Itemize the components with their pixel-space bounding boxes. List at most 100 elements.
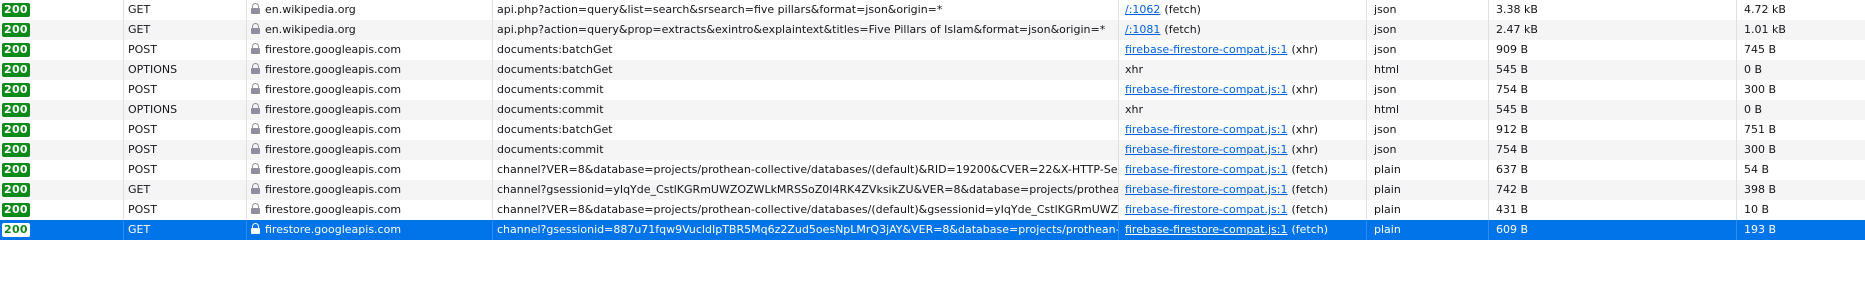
status-cell: 200 (0, 80, 123, 100)
lock-icon (251, 143, 260, 154)
status-badge: 200 (2, 183, 30, 197)
domain-cell: firestore.googleapis.com (246, 40, 492, 60)
initiator-cause: (fetch) (1291, 203, 1329, 216)
status-cell: 200 (0, 160, 123, 180)
status-badge: 200 (2, 123, 30, 137)
lock-icon (251, 203, 260, 214)
transferred-cell: 637 B (1488, 160, 1736, 180)
status-badge: 200 (2, 103, 30, 117)
initiator-cause: (fetch) (1291, 163, 1329, 176)
transferred-cell: 742 B (1488, 180, 1736, 200)
file-cell: documents:batchGet (492, 120, 1118, 140)
status-badge: 200 (2, 43, 30, 57)
file-cell: documents:batchGet (492, 40, 1118, 60)
status-cell: 200 (0, 0, 123, 20)
initiator-link[interactable]: firebase-firestore-compat.js:1 (1125, 183, 1287, 196)
size-cell: 10 B (1736, 200, 1865, 220)
type-cell: json (1366, 80, 1488, 100)
request-row[interactable]: 200 POST firestore.googleapis.com docume… (0, 80, 1865, 100)
initiator-link[interactable]: firebase-firestore-compat.js:1 (1125, 123, 1287, 136)
size-cell: 300 B (1736, 140, 1865, 160)
type-cell: plain (1366, 160, 1488, 180)
request-row[interactable]: 200 POST firestore.googleapis.com docume… (0, 40, 1865, 60)
initiator-cause: (fetch) (1164, 3, 1201, 16)
size-cell: 751 B (1736, 120, 1865, 140)
initiator-link[interactable]: /:1062 (1125, 3, 1160, 16)
initiator-cause: (fetch) (1291, 183, 1329, 196)
request-row[interactable]: 200 POST firestore.googleapis.com channe… (0, 160, 1865, 180)
request-row[interactable]: 200 OPTIONS firestore.googleapis.com doc… (0, 60, 1865, 80)
initiator-cell: firebase-firestore-compat.js:1 (xhr) (1118, 40, 1366, 60)
transferred-cell: 3.38 kB (1488, 0, 1736, 20)
initiator-link[interactable]: /:1081 (1125, 23, 1160, 36)
lock-icon (251, 103, 260, 114)
method-cell: OPTIONS (123, 60, 246, 80)
domain-cell: firestore.googleapis.com (246, 200, 492, 220)
initiator-link[interactable]: firebase-firestore-compat.js:1 (1125, 223, 1287, 236)
domain-text: firestore.googleapis.com (265, 83, 402, 96)
transferred-cell: 431 B (1488, 200, 1736, 220)
domain-cell: firestore.googleapis.com (246, 80, 492, 100)
domain-text: firestore.googleapis.com (265, 183, 402, 196)
file-cell: channel?VER=8&database=projects/prothean… (492, 160, 1118, 180)
domain-text: firestore.googleapis.com (265, 203, 402, 216)
transferred-cell: 754 B (1488, 140, 1736, 160)
request-row[interactable]: 200 OPTIONS firestore.googleapis.com doc… (0, 100, 1865, 120)
request-row[interactable]: 200 POST firestore.googleapis.com docume… (0, 140, 1865, 160)
file-cell: api.php?action=query&list=search&srsearc… (492, 0, 1118, 20)
initiator-cell: firebase-firestore-compat.js:1 (fetch) (1118, 160, 1366, 180)
status-badge: 200 (2, 163, 30, 177)
status-cell: 200 (0, 220, 123, 240)
request-row[interactable]: 200 GET firestore.googleapis.com channel… (0, 180, 1865, 200)
file-cell: documents:batchGet (492, 60, 1118, 80)
method-cell: POST (123, 160, 246, 180)
type-cell: html (1366, 100, 1488, 120)
file-cell: documents:commit (492, 100, 1118, 120)
status-badge: 200 (2, 203, 30, 217)
type-cell: plain (1366, 220, 1488, 240)
domain-text: firestore.googleapis.com (265, 103, 402, 116)
initiator-link[interactable]: firebase-firestore-compat.js:1 (1125, 143, 1287, 156)
status-cell: 200 (0, 180, 123, 200)
request-row[interactable]: 200 POST firestore.googleapis.com docume… (0, 120, 1865, 140)
file-cell: documents:commit (492, 140, 1118, 160)
domain-cell: firestore.googleapis.com (246, 100, 492, 120)
size-cell: 54 B (1736, 160, 1865, 180)
type-cell: plain (1366, 200, 1488, 220)
method-cell: GET (123, 20, 246, 40)
status-badge: 200 (2, 63, 30, 77)
method-cell: GET (123, 0, 246, 20)
initiator-link[interactable]: firebase-firestore-compat.js:1 (1125, 163, 1287, 176)
status-cell: 200 (0, 20, 123, 40)
size-cell: 193 B (1736, 220, 1865, 240)
initiator-cause: (xhr) (1291, 83, 1319, 96)
initiator-cause: (xhr) (1291, 143, 1319, 156)
lock-icon (251, 123, 260, 134)
initiator-cell: xhr (1118, 60, 1366, 80)
status-cell: 200 (0, 140, 123, 160)
lock-icon (251, 183, 260, 194)
request-row[interactable]: 200 GET en.wikipedia.org api.php?action=… (0, 20, 1865, 40)
initiator-link[interactable]: firebase-firestore-compat.js:1 (1125, 203, 1287, 216)
domain-text: firestore.googleapis.com (265, 163, 402, 176)
domain-text: firestore.googleapis.com (265, 143, 402, 156)
initiator-link[interactable]: firebase-firestore-compat.js:1 (1125, 43, 1287, 56)
domain-text: firestore.googleapis.com (265, 63, 402, 76)
request-row[interactable]: 200 POST firestore.googleapis.com channe… (0, 200, 1865, 220)
domain-cell: firestore.googleapis.com (246, 140, 492, 160)
method-cell: POST (123, 140, 246, 160)
initiator-link[interactable]: firebase-firestore-compat.js:1 (1125, 83, 1287, 96)
domain-text: firestore.googleapis.com (265, 43, 402, 56)
request-row[interactable]: 200 GET firestore.googleapis.com channel… (0, 220, 1865, 240)
status-cell: 200 (0, 200, 123, 220)
method-cell: POST (123, 40, 246, 60)
initiator-cause: (xhr) (1291, 43, 1319, 56)
status-cell: 200 (0, 100, 123, 120)
transferred-cell: 909 B (1488, 40, 1736, 60)
lock-icon (251, 3, 260, 14)
domain-text: firestore.googleapis.com (265, 223, 402, 236)
initiator-cause: (fetch) (1164, 23, 1201, 36)
request-row[interactable]: 200 GET en.wikipedia.org api.php?action=… (0, 0, 1865, 20)
transferred-cell: 609 B (1488, 220, 1736, 240)
domain-text: firestore.googleapis.com (265, 123, 402, 136)
